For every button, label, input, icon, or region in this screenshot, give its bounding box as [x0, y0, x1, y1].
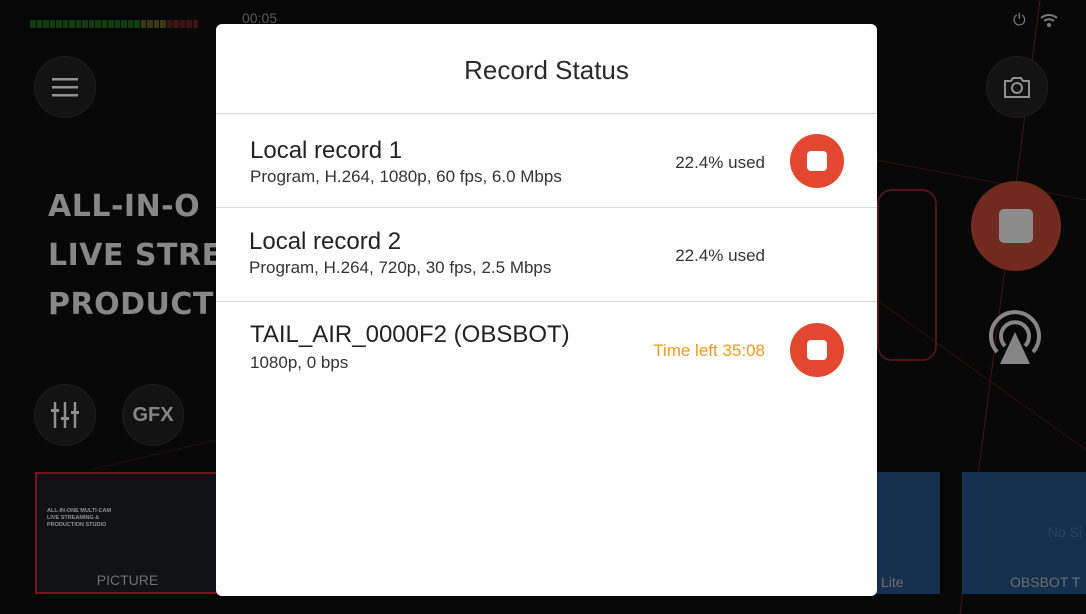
record-status-dialog: Record Status Local record 1 Program, H.…	[216, 24, 877, 596]
record-row: TAIL_AIR_0000F2 (OBSBOT) 1080p, 0 bps Ti…	[216, 302, 877, 396]
stop-record-button[interactable]	[790, 134, 844, 188]
record-time-left: Time left 35:08	[653, 341, 765, 360]
stop-icon	[807, 151, 827, 171]
dialog-title: Record Status	[216, 24, 877, 114]
record-name: TAIL_AIR_0000F2 (OBSBOT)	[250, 321, 570, 348]
record-name: Local record 1	[250, 137, 403, 164]
record-row: Local record 2 Program, H.264, 720p, 30 …	[216, 208, 877, 302]
record-name: Local record 2	[249, 228, 402, 255]
record-detail: Program, H.264, 1080p, 60 fps, 6.0 Mbps	[250, 167, 562, 186]
record-row: Local record 1 Program, H.264, 1080p, 60…	[216, 114, 877, 208]
stop-icon	[807, 340, 827, 360]
record-detail: Program, H.264, 720p, 30 fps, 2.5 Mbps	[249, 258, 552, 277]
stop-record-button[interactable]	[790, 323, 844, 377]
record-status: 22.4% used	[675, 153, 765, 172]
record-status: 22.4% used	[675, 246, 765, 265]
record-detail: 1080p, 0 bps	[250, 353, 349, 372]
